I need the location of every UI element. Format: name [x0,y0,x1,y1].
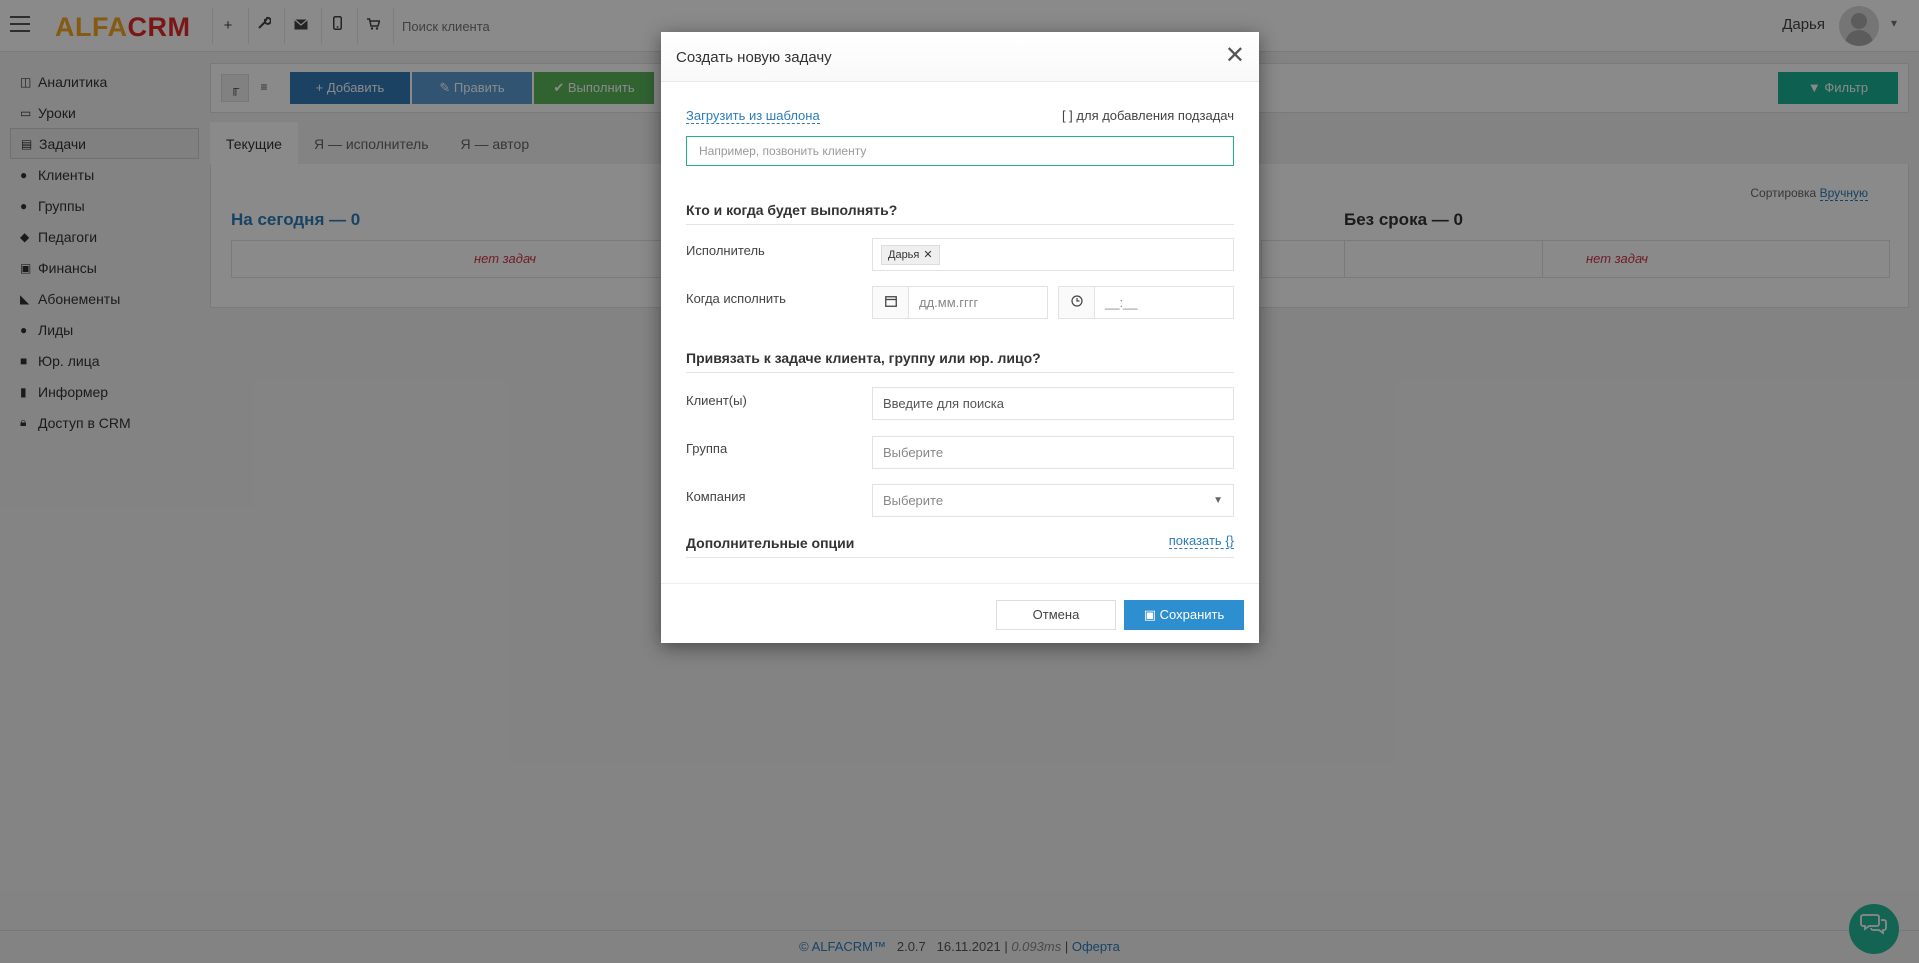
create-task-modal: Создать новую задачу ✕ Загрузить из шабл… [661,32,1259,643]
company-label: Компания [686,489,746,504]
modal-footer: Отмена ▣ Сохранить [661,583,1259,643]
section-extra-options: Дополнительные опции [686,535,1234,558]
load-template-link[interactable]: Загрузить из шаблона [686,108,820,124]
save-button[interactable]: ▣ Сохранить [1124,600,1244,630]
time-input[interactable]: __:__ [1094,286,1234,319]
clock-icon[interactable] [1058,286,1095,319]
remove-tag-icon[interactable]: ✕ [923,249,932,261]
section-link-entities: Привязать к задаче клиента, группу или ю… [686,350,1234,373]
task-title-input[interactable] [686,136,1234,166]
executor-tag: Дарья ✕ [881,245,940,265]
section-who-when: Кто и когда будет выполнять? [686,202,1234,225]
floppy-icon: ▣ [1143,607,1157,622]
company-select[interactable]: Выберите ▼ [872,484,1234,517]
modal-header: Создать новую задачу ✕ [661,32,1259,82]
date-input[interactable]: дд.мм.гггг [908,286,1048,319]
group-select[interactable]: Выберите [872,436,1234,469]
chevron-down-icon: ▼ [1213,495,1223,506]
executor-field[interactable]: Дарья ✕ [872,238,1234,271]
group-label: Группа [686,441,728,456]
client-label: Клиент(ы) [686,393,747,408]
modal-title: Создать новую задачу [676,49,832,66]
show-extra-options-link[interactable]: показать {} [1168,533,1234,549]
subtask-hint: [ ] для добавления подзадач [1061,108,1234,123]
cancel-button[interactable]: Отмена [996,600,1116,630]
client-search-field[interactable]: Введите для поиска [872,387,1234,420]
when-label: Когда исполнить [686,291,786,306]
calendar-icon[interactable] [872,286,909,319]
executor-label: Исполнитель [686,243,765,258]
close-icon[interactable]: ✕ [1225,44,1245,68]
